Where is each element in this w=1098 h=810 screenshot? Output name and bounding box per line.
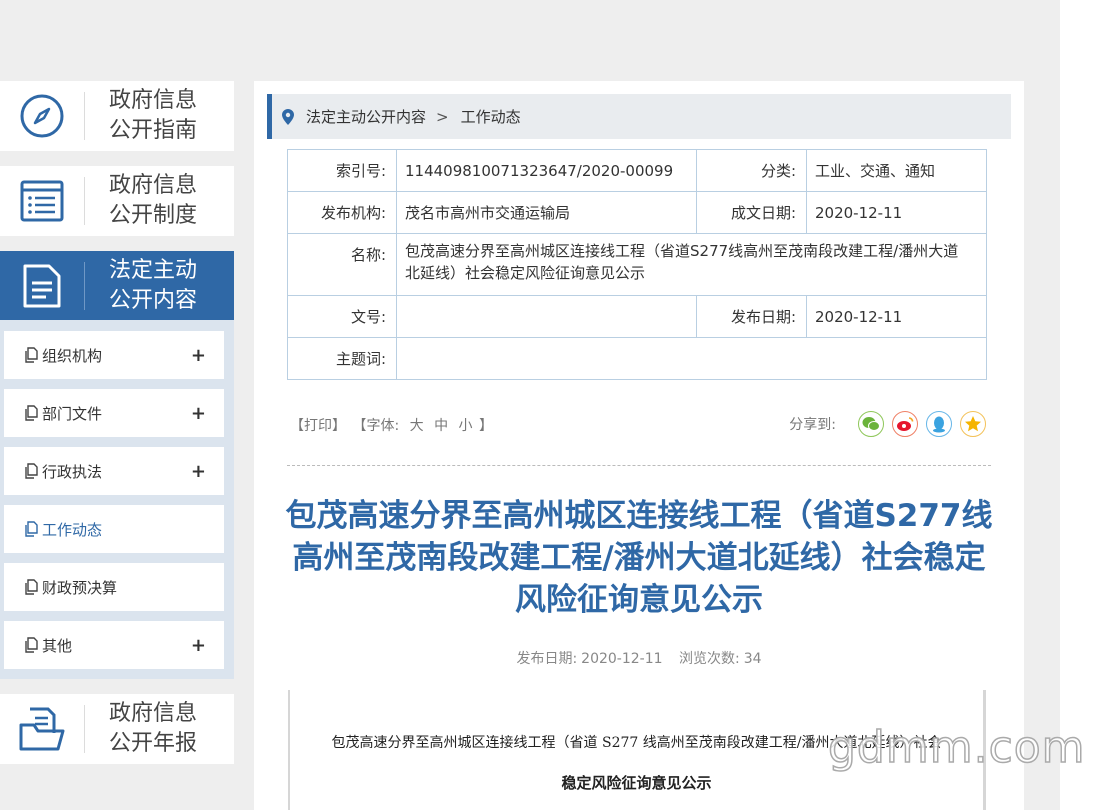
list-document-icon — [0, 166, 84, 236]
submenu-item-label: 工作动态 — [42, 520, 103, 539]
submenu-item-department-docs[interactable]: 部门文件 + — [4, 389, 224, 437]
breadcrumb: 法定主动公开内容 > 工作动态 — [267, 94, 1011, 139]
expand-plus-icon[interactable]: + — [191, 461, 206, 482]
submenu-item-label: 行政执法 — [42, 462, 103, 481]
submenu-item-budget[interactable]: 财政预决算 — [4, 563, 224, 611]
publish-date-label: 发布日期: — [696, 295, 807, 338]
keywords-value — [396, 337, 987, 380]
wechat-icon[interactable] — [858, 411, 884, 437]
views-label: 浏览次数: — [679, 651, 740, 667]
submenu-item-other[interactable]: 其他 + — [4, 621, 224, 669]
publisher-value: 茂名市高州市交通运输局 — [396, 191, 697, 234]
font-size-prefix: 【字体: — [352, 418, 400, 434]
breadcrumb-separator: > — [436, 107, 449, 126]
name-value: 包茂高速分界至高州城区连接线工程（省道S277线高州至茂南段改建工程/潘州大道北… — [396, 233, 987, 296]
document-heading-line2: 稳定风险征询意见公示 — [561, 774, 712, 792]
weibo-icon[interactable] — [892, 411, 918, 437]
sidebar-card-label: 法定主动 公开内容 — [109, 258, 198, 313]
submenu-item-organization[interactable]: 组织机构 + — [4, 331, 224, 379]
page-icon — [24, 637, 38, 653]
date-label: 发布日期: — [516, 651, 578, 667]
divider — [84, 705, 85, 753]
sidebar-card-statutory[interactable]: 法定主动 公开内容 — [0, 251, 234, 321]
submenu-item-enforcement[interactable]: 行政执法 + — [4, 447, 224, 495]
expand-plus-icon[interactable]: + — [191, 345, 206, 366]
category-label: 分类: — [696, 149, 807, 192]
sidebar-card-annual-report[interactable]: 政府信息 公开年报 — [0, 694, 234, 764]
index-label: 索引号: — [287, 149, 397, 192]
document-info-table: 索引号: 114409810071323647/2020-00099 分类: 工… — [287, 149, 987, 380]
page-icon — [24, 405, 38, 421]
document-icon — [0, 251, 84, 321]
divider — [287, 465, 991, 466]
main-content: 法定主动公开内容 > 工作动态 索引号: 114409810071323647/… — [254, 81, 1024, 810]
name-label: 名称: — [287, 233, 397, 296]
compass-icon — [0, 81, 84, 151]
expand-plus-icon[interactable]: + — [191, 403, 206, 424]
page-icon — [24, 579, 38, 595]
expand-plus-icon[interactable]: + — [191, 635, 206, 656]
page-icon — [24, 347, 38, 363]
print-link[interactable]: 【打印】 — [290, 418, 346, 434]
qq-icon[interactable] — [926, 411, 952, 437]
submenu-item-label: 其他 — [42, 636, 73, 655]
views-value: 34 — [743, 651, 762, 667]
sidebar-card-system[interactable]: 政府信息 公开制度 — [0, 166, 234, 236]
submenu-item-work-news[interactable]: 工作动态 — [4, 505, 224, 553]
page-icon — [24, 521, 38, 537]
article-tools: 【打印】 【字体: 大 中 小 】 — [290, 415, 495, 435]
created-date-label: 成文日期: — [696, 191, 807, 234]
divider — [84, 177, 85, 225]
created-date-value: 2020-12-11 — [806, 191, 987, 234]
sidebar-card-guide[interactable]: 政府信息 公开指南 — [0, 81, 234, 151]
divider — [84, 92, 85, 140]
submenu-item-label: 财政预决算 — [42, 578, 118, 597]
breadcrumb-current[interactable]: 工作动态 — [461, 106, 521, 127]
sidebar-card-label: 政府信息 公开指南 — [109, 88, 198, 143]
sidebar-card-label: 政府信息 公开年报 — [109, 701, 198, 756]
submenu-item-label: 部门文件 — [42, 404, 103, 423]
divider — [84, 262, 85, 310]
qzone-icon[interactable] — [960, 411, 986, 437]
article-title: 包茂高速分界至高州城区连接线工程（省道S277线高州至茂南段改建工程/潘州大道北… — [285, 498, 993, 618]
font-large-link[interactable]: 大 — [410, 418, 424, 434]
page-icon — [24, 463, 38, 479]
location-pin-icon — [282, 108, 294, 125]
publish-date-value: 2020-12-11 — [806, 295, 987, 338]
submenu-item-label: 组织机构 — [42, 346, 103, 365]
doc-number-label: 文号: — [287, 295, 397, 338]
sidebar-card-label: 政府信息 公开制度 — [109, 173, 198, 228]
doc-number-value — [396, 295, 697, 338]
keywords-label: 主题词: — [287, 337, 397, 380]
date-value: 2020-12-11 — [581, 651, 663, 667]
folder-document-icon — [0, 694, 84, 764]
index-value: 114409810071323647/2020-00099 — [396, 149, 697, 192]
article-meta: 发布日期: 2020-12-11 浏览次数: 34 — [254, 648, 1024, 668]
sidebar-submenu: 组织机构 + 部门文件 + 行政执法 + 工作动态 财政预决算 其他 + — [0, 320, 234, 679]
font-medium-link[interactable]: 中 — [434, 418, 448, 434]
category-value: 工业、交通、通知 — [806, 149, 987, 192]
share-bar: 分享到: — [789, 411, 986, 437]
site-watermark: gdmm.com — [827, 721, 1086, 774]
share-label: 分享到: — [789, 417, 836, 433]
publisher-label: 发布机构: — [287, 191, 397, 234]
font-size-suffix: 】 — [478, 418, 493, 434]
breadcrumb-link[interactable]: 法定主动公开内容 — [306, 106, 426, 127]
font-small-link[interactable]: 小 — [459, 418, 473, 434]
